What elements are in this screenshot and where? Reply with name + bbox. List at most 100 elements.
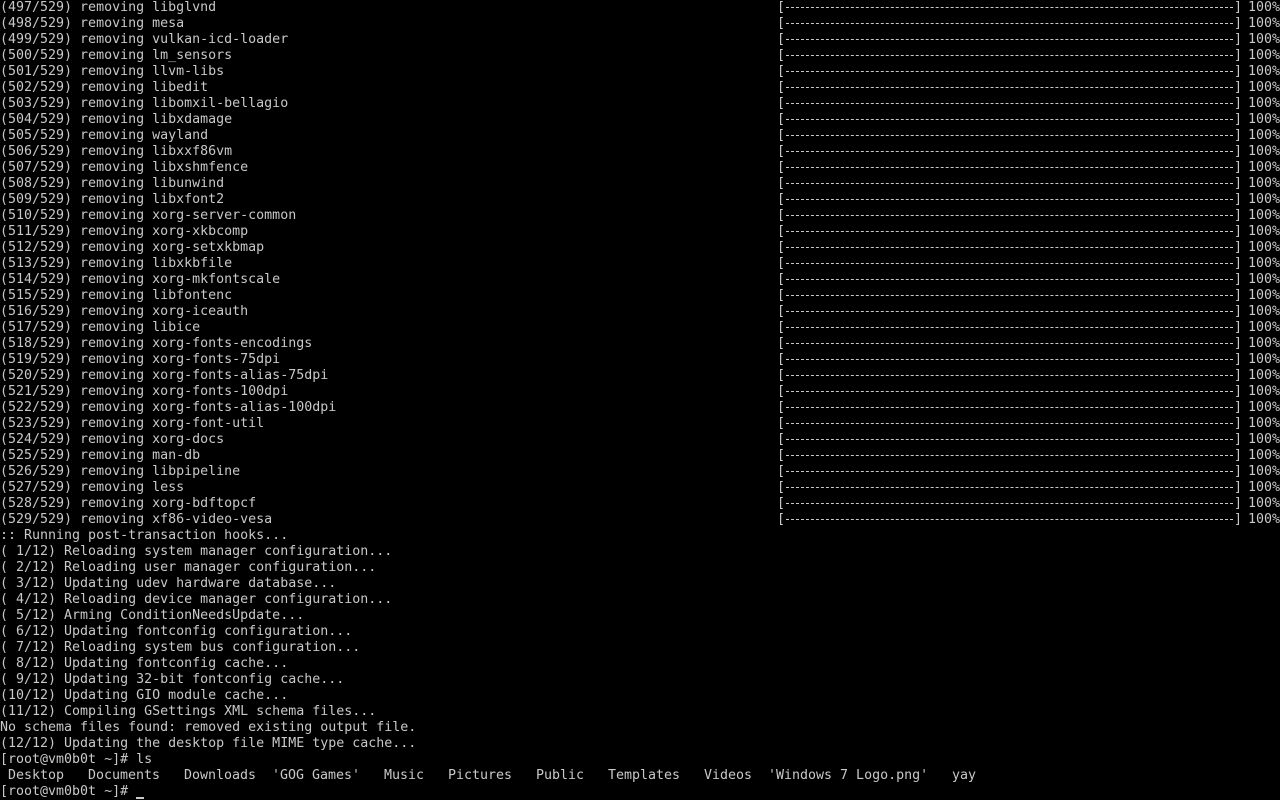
removal-line: (508/529) removing libunwind xyxy=(0,176,225,191)
progress-percent: 100% xyxy=(1248,512,1280,527)
progress-track xyxy=(785,160,1234,176)
removal-line: (497/529) removing libglvnd xyxy=(0,0,217,15)
hook-line: ( 7/12) Reloading system bus configurati… xyxy=(0,640,361,655)
progress-track xyxy=(785,176,1234,192)
progress-bar-open-bracket: [ xyxy=(777,208,786,223)
progress-bar-close-bracket: ] xyxy=(1234,416,1242,431)
progress-fill xyxy=(786,359,1233,360)
progress-percent: 100% xyxy=(1248,208,1280,223)
hook-line: (11/12) Compiling GSettings XML schema f… xyxy=(0,704,377,719)
progress-bar-open-bracket: [ xyxy=(777,32,786,47)
progress-track xyxy=(785,240,1234,256)
progress-bar: [] xyxy=(777,32,1242,48)
progress-bar: [] xyxy=(777,224,1242,240)
progress-track xyxy=(785,128,1234,144)
progress-bar-close-bracket: ] xyxy=(1234,176,1242,191)
progress-bar: [] xyxy=(777,416,1242,432)
hook-line: ( 1/12) Reloading system manager configu… xyxy=(0,544,393,559)
progress-bar-open-bracket: [ xyxy=(777,48,786,63)
progress-bar-open-bracket: [ xyxy=(777,432,786,447)
removal-line: (528/529) removing xorg-bdftopcf xyxy=(0,496,257,511)
progress-fill xyxy=(786,391,1233,392)
ls-command-line: [root@vm0b0t ~]# ls xyxy=(0,752,153,767)
progress-fill xyxy=(786,119,1233,120)
progress-bar-close-bracket: ] xyxy=(1234,224,1242,239)
progress-track xyxy=(785,0,1234,16)
progress-bar-open-bracket: [ xyxy=(777,496,786,511)
progress-bar: [] xyxy=(777,480,1242,496)
progress-bar-close-bracket: ] xyxy=(1234,64,1242,79)
progress-fill xyxy=(786,7,1233,8)
progress-fill xyxy=(786,215,1233,216)
shell-prompt[interactable]: [root@vm0b0t ~]# xyxy=(0,784,136,800)
progress-bar-open-bracket: [ xyxy=(777,464,786,479)
removal-line: (514/529) removing xorg-mkfontscale xyxy=(0,272,281,287)
progress-bar: [] xyxy=(777,368,1242,384)
ls-entry: yay xyxy=(952,768,977,783)
progress-percent: 100% xyxy=(1248,16,1280,31)
progress-bar-close-bracket: ] xyxy=(1234,256,1242,271)
progress-percent: 100% xyxy=(1248,80,1280,95)
progress-bar-open-bracket: [ xyxy=(777,272,786,287)
progress-track xyxy=(785,80,1234,96)
removal-line: (511/529) removing xorg-xkbcomp xyxy=(0,224,249,239)
progress-bar-open-bracket: [ xyxy=(777,480,786,495)
progress-percent: 100% xyxy=(1248,416,1280,431)
text-cursor xyxy=(136,797,144,799)
progress-percent: 100% xyxy=(1248,336,1280,351)
progress-percent: 100% xyxy=(1248,32,1280,47)
progress-bar-close-bracket: ] xyxy=(1234,320,1242,335)
removal-line: (503/529) removing libomxil-bellagio xyxy=(0,96,289,111)
progress-bar-close-bracket: ] xyxy=(1234,96,1242,111)
progress-bar-open-bracket: [ xyxy=(777,64,786,79)
progress-track xyxy=(785,464,1234,480)
progress-fill xyxy=(786,199,1233,200)
progress-bar-close-bracket: ] xyxy=(1234,384,1242,399)
progress-percent: 100% xyxy=(1248,144,1280,159)
removal-line: (506/529) removing libxxf86vm xyxy=(0,144,233,159)
progress-bar-close-bracket: ] xyxy=(1234,400,1242,415)
ls-entry: Templates xyxy=(608,768,681,783)
removal-line: (500/529) removing lm_sensors xyxy=(0,48,233,63)
terminal-screen[interactable]: (497/529) removing libglvnd [] 100% (498/52… xyxy=(0,0,1280,800)
removal-line: (523/529) removing xorg-font-util xyxy=(0,416,265,431)
removal-line: (526/529) removing libpipeline xyxy=(0,464,241,479)
ls-entry: 'Windows 7 Logo.png' xyxy=(768,768,929,783)
removal-line: (517/529) removing libice xyxy=(0,320,201,335)
progress-percent: 100% xyxy=(1248,320,1280,335)
progress-fill xyxy=(786,295,1233,296)
progress-bar-open-bracket: [ xyxy=(777,256,786,271)
progress-percent: 100% xyxy=(1248,64,1280,79)
progress-percent: 100% xyxy=(1248,192,1280,207)
progress-bar-open-bracket: [ xyxy=(777,400,786,415)
removal-line: (527/529) removing less xyxy=(0,480,185,495)
progress-percent: 100% xyxy=(1248,48,1280,63)
progress-bar: [] xyxy=(777,112,1242,128)
removal-line: (521/529) removing xorg-fonts-100dpi xyxy=(0,384,289,399)
ls-entry: Downloads xyxy=(184,768,257,783)
progress-percent: 100% xyxy=(1248,240,1280,255)
progress-track xyxy=(785,288,1234,304)
hook-line: :: Running post-transaction hooks... xyxy=(0,528,289,543)
progress-percent: 100% xyxy=(1248,288,1280,303)
progress-percent: 100% xyxy=(1248,112,1280,127)
progress-bar: [] xyxy=(777,144,1242,160)
progress-fill xyxy=(786,455,1233,456)
progress-bar-open-bracket: [ xyxy=(777,0,786,15)
progress-fill xyxy=(786,311,1233,312)
progress-bar-open-bracket: [ xyxy=(777,192,786,207)
progress-bar-open-bracket: [ xyxy=(777,224,786,239)
progress-bar: [] xyxy=(777,208,1242,224)
progress-bar-open-bracket: [ xyxy=(777,416,786,431)
progress-fill xyxy=(786,327,1233,328)
progress-track xyxy=(785,16,1234,32)
progress-bar-open-bracket: [ xyxy=(777,304,786,319)
progress-track xyxy=(785,112,1234,128)
removal-line: (529/529) removing xf86-video-vesa xyxy=(0,512,273,527)
progress-bar-close-bracket: ] xyxy=(1234,496,1242,511)
progress-bar: [] xyxy=(777,160,1242,176)
progress-bar-open-bracket: [ xyxy=(777,16,786,31)
ls-entry: 'GOG Games' xyxy=(272,768,361,783)
progress-bar-close-bracket: ] xyxy=(1234,288,1242,303)
progress-fill xyxy=(786,247,1233,248)
